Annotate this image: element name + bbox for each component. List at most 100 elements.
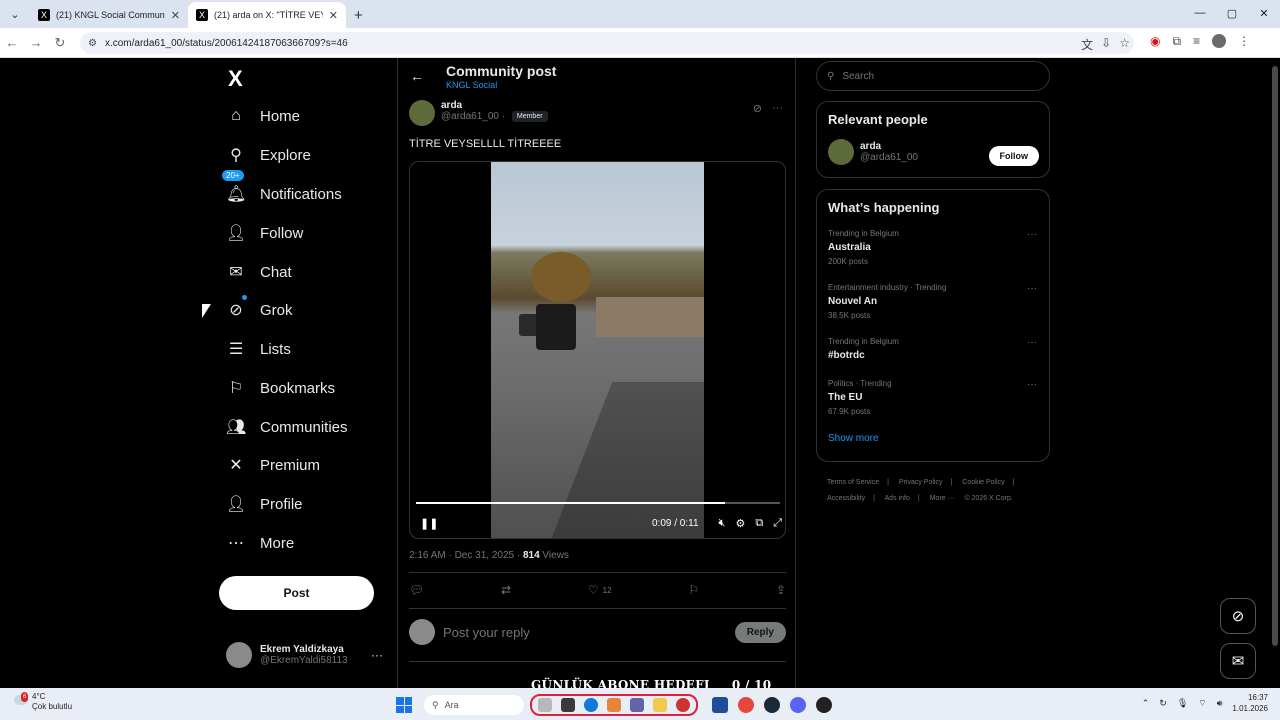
browser-tab[interactable]: X (21) KNGL Social Community / ✕ — [30, 2, 188, 28]
maximize-button[interactable]: ▢ — [1216, 0, 1248, 26]
chrome-icon[interactable] — [738, 697, 754, 713]
microphone-icon[interactable]: 🎙︎ — [1177, 698, 1188, 709]
browser-tab-active[interactable]: X (21) arda on X: "TİTRE VEYSELL ✕ — [188, 2, 346, 28]
trend-item[interactable]: Entertainment industry · Trending Nouvel… — [828, 283, 1049, 337]
app-icon[interactable] — [561, 698, 575, 712]
tab-search-button[interactable]: ⌄ — [4, 3, 26, 25]
grok-float-button[interactable]: ⊘ — [1220, 598, 1256, 634]
trend-item[interactable]: Politics · Trending The EU 67.9K posts ·… — [828, 379, 1049, 433]
person-name[interactable]: arda — [860, 141, 918, 152]
discord-icon[interactable] — [790, 697, 806, 713]
site-info-icon[interactable]: ⚙ — [88, 38, 97, 49]
nav-grok[interactable]: ⊘ Grok — [226, 293, 293, 327]
reply-button[interactable]: Reply — [734, 621, 786, 643]
footer-link[interactable]: Terms of Service — [827, 479, 879, 486]
mute-icon[interactable]: 🔇︎ — [719, 517, 726, 530]
author-name[interactable]: arda — [441, 100, 548, 111]
app-icon[interactable] — [816, 697, 832, 713]
chevron-up-icon[interactable]: ⌃ — [1142, 698, 1150, 709]
wifi-icon[interactable]: ⌔ — [1198, 698, 1206, 709]
clock[interactable]: 16:37 1.01.2026 — [1232, 692, 1268, 714]
nav-profile[interactable]: 👤︎ Profile — [226, 487, 303, 521]
grok-icon[interactable]: ⊘ — [753, 102, 762, 115]
speaker-icon[interactable]: 🔊︎ — [1217, 698, 1223, 709]
account-switcher[interactable]: Ekrem Yaldizkaya @EkremYaldi58113 ··· — [226, 642, 383, 668]
weather-widget[interactable]: 6 4°C Çok bulutlu — [14, 692, 72, 712]
nav-explore[interactable]: ⚲ Explore — [226, 138, 311, 172]
bookmark-icon[interactable]: ⚐ — [688, 583, 699, 597]
tab-close-icon[interactable]: ✕ — [329, 9, 338, 22]
show-more-link[interactable]: Show more — [828, 433, 1049, 444]
post-author[interactable]: arda @arda61_00 · Member — [409, 100, 548, 126]
browser-menu-icon[interactable]: ⋮ — [1238, 34, 1250, 49]
pause-icon[interactable]: ❚❚ — [420, 517, 438, 530]
pip-icon[interactable]: ⧉ — [755, 517, 763, 530]
avatar[interactable] — [409, 100, 435, 126]
x-logo-icon[interactable]: X — [228, 66, 243, 92]
video-player[interactable]: ❚❚ 0:09 / 0:11 🔇︎ ⚙ ⧉ ⤢ — [409, 161, 786, 539]
video-frame[interactable] — [491, 162, 704, 538]
repost-icon[interactable]: ⇄ — [501, 583, 511, 597]
forward-icon[interactable]: → — [24, 35, 48, 50]
nav-more[interactable]: ⋯ More — [226, 526, 294, 560]
scrollbar-thumb[interactable] — [1272, 66, 1278, 646]
avatar[interactable] — [828, 139, 854, 165]
more-icon[interactable]: ··· — [1027, 229, 1037, 240]
more-icon[interactable]: ··· — [1027, 283, 1037, 294]
settings-icon[interactable]: ⚙ — [735, 517, 745, 530]
footer-link[interactable]: Cookie Policy — [962, 479, 1004, 486]
footer-link[interactable]: Accessibility — [827, 495, 865, 502]
translate-icon[interactable]: 文 — [1081, 36, 1093, 53]
tab-close-icon[interactable]: ✕ — [171, 9, 180, 22]
extensions-icon[interactable]: ⧉ — [1172, 34, 1181, 49]
like-button[interactable]: ♡ 12 — [588, 583, 612, 597]
share-icon[interactable]: ⇪ — [776, 583, 786, 597]
nav-bookmarks[interactable]: ⚐ Bookmarks — [226, 371, 335, 405]
opera-icon[interactable] — [676, 698, 690, 712]
nav-home[interactable]: ⌂ Home — [226, 99, 300, 133]
app-icon[interactable] — [538, 698, 552, 712]
page-scrollbar[interactable] — [1270, 58, 1280, 688]
more-icon[interactable]: ··· — [1027, 379, 1037, 390]
app-icon[interactable] — [607, 698, 621, 712]
more-icon[interactable]: ··· — [1027, 337, 1037, 348]
address-bar[interactable]: ⚙ x.com/arda61_00/status/200614241870636… — [80, 32, 1134, 54]
trend-item[interactable]: Trending in Belgium Australia 200K posts… — [828, 229, 1049, 283]
more-icon[interactable]: ··· — [772, 102, 783, 115]
nav-premium[interactable]: ✕ Premium — [226, 448, 320, 482]
nav-chat[interactable]: ✉ Chat — [226, 255, 291, 289]
nav-lists[interactable]: ☰ Lists — [226, 332, 291, 366]
steam-icon[interactable] — [764, 697, 780, 713]
nav-notifications[interactable]: 🔔︎ 20+ Notifications — [222, 170, 342, 211]
fullscreen-icon[interactable]: ⤢ — [773, 517, 782, 530]
edge-icon[interactable] — [584, 698, 598, 712]
nav-follow[interactable]: 👤︎ Follow — [226, 216, 303, 250]
post-button[interactable]: Post — [219, 576, 374, 610]
footer-link[interactable]: Privacy Policy — [899, 479, 943, 486]
follow-button[interactable]: Follow — [988, 146, 1039, 166]
media-control-icon[interactable]: ≡ — [1193, 34, 1200, 49]
windows-start-icon[interactable] — [396, 697, 412, 713]
minimize-button[interactable]: — — [1184, 0, 1216, 26]
folder-icon[interactable] — [653, 698, 667, 712]
close-window-button[interactable]: ✕ — [1248, 0, 1280, 26]
post-time[interactable]: 2:16 AM · Dec 31, 2025 · — [409, 550, 523, 561]
taskbar-search[interactable]: ⚲ Ara — [424, 695, 524, 715]
trend-item[interactable]: Trending in Belgium #botrdc ··· — [828, 337, 1049, 379]
back-arrow-icon[interactable]: ← — [410, 68, 424, 84]
bookmark-star-icon[interactable]: ☆ — [1119, 36, 1130, 53]
footer-link[interactable]: Ads info — [885, 495, 910, 502]
install-icon[interactable]: ⇩ — [1101, 36, 1111, 53]
back-icon[interactable]: ← — [0, 35, 24, 50]
account-more-icon[interactable]: ··· — [371, 648, 383, 662]
opera-extension-icon[interactable]: ◉ — [1150, 34, 1160, 49]
search-input[interactable]: ⚲ Search — [816, 61, 1050, 91]
footer-link[interactable]: More ··· — [930, 495, 955, 502]
video-progress-bar[interactable] — [416, 502, 780, 504]
author-handle[interactable]: @arda61_00 — [441, 111, 499, 122]
profile-avatar[interactable] — [1212, 34, 1227, 48]
messages-float-button[interactable]: ✉ — [1220, 643, 1256, 679]
reload-icon[interactable]: ↻ — [48, 35, 72, 51]
teams-icon[interactable] — [630, 698, 644, 712]
community-link[interactable]: KNGL Social — [446, 80, 497, 90]
